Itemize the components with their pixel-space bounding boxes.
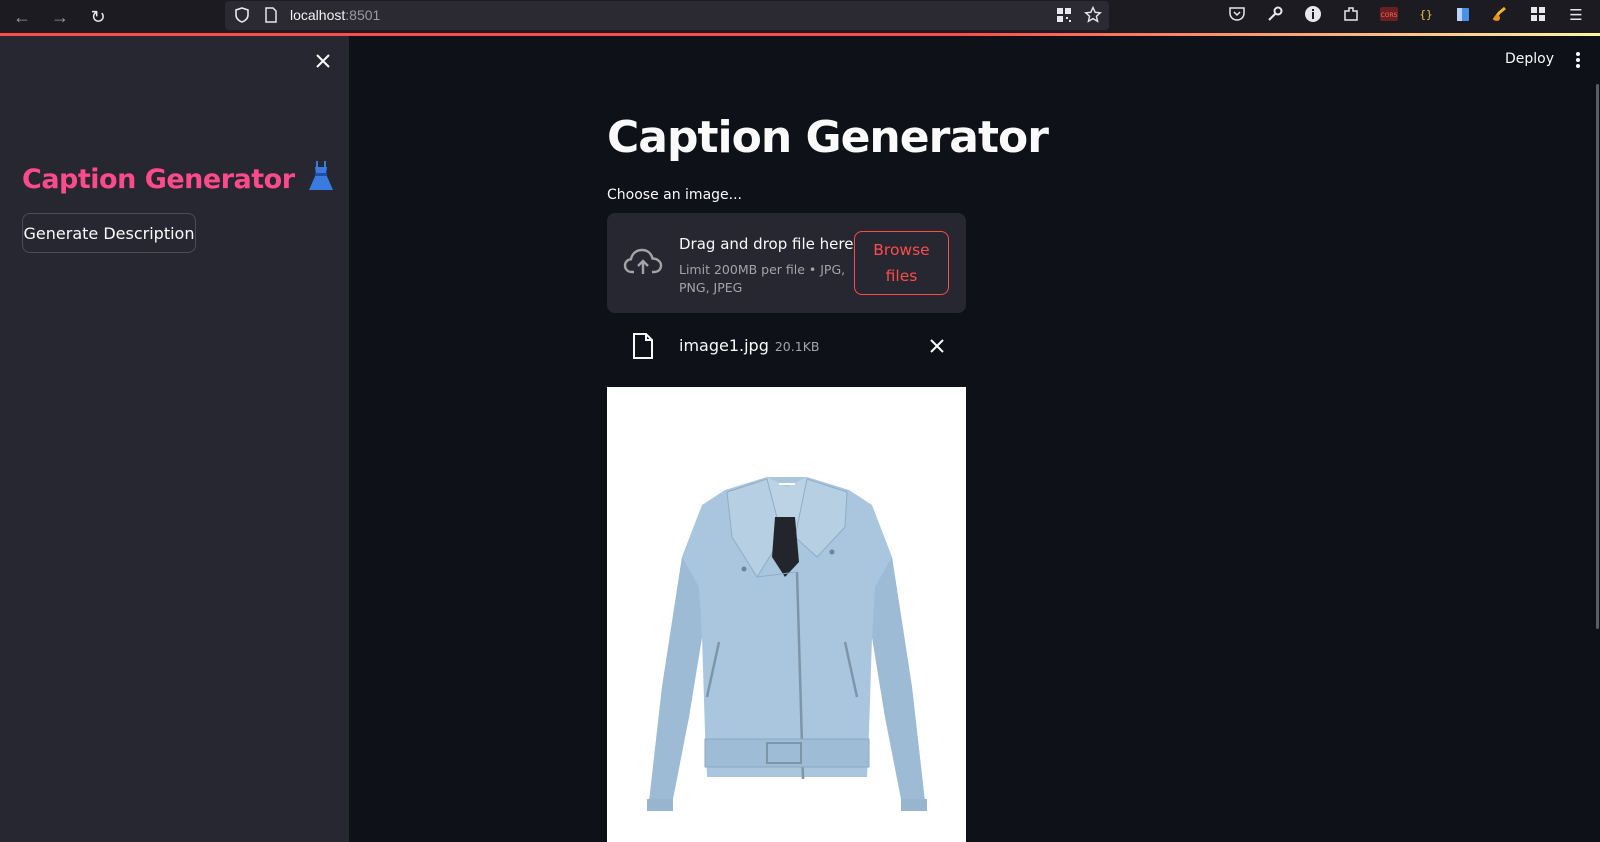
apps-grid-icon[interactable] <box>1527 5 1549 27</box>
page-scrollbar[interactable] <box>1596 84 1599 629</box>
uploaded-file-name: image1.jpg 20.1KB <box>679 336 819 355</box>
reload-icon[interactable]: ↻ <box>86 5 110 29</box>
qr-code-icon[interactable] <box>1055 6 1073 24</box>
sidebar-title-text: Caption Generator <box>22 164 295 195</box>
url-host: localhost <box>290 7 346 23</box>
dropzone-title: Drag and drop file here <box>679 235 854 253</box>
generate-description-button[interactable]: Generate Description <box>22 213 196 253</box>
cors-extension-icon[interactable]: CORS <box>1378 5 1400 27</box>
uploaded-image-preview <box>607 387 966 842</box>
dress-icon <box>307 160 335 199</box>
file-dropzone[interactable]: Drag and drop file here Limit 200MB per … <box>607 213 966 313</box>
browse-files-button[interactable]: Browse files <box>854 231 949 295</box>
url-port: :8501 <box>345 7 381 23</box>
file-name-text: image1.jpg <box>679 336 769 355</box>
browse-label-line2: files <box>885 267 918 285</box>
uploaded-file-row: image1.jpg 20.1KB <box>607 326 966 366</box>
json-extension-icon[interactable]: {} <box>1415 5 1437 27</box>
wrench-icon[interactable] <box>1264 5 1286 27</box>
file-icon <box>633 333 653 359</box>
hamburger-menu-icon[interactable]: ☰ <box>1565 5 1587 27</box>
svg-text:CORS: CORS <box>1381 12 1398 19</box>
shield-icon[interactable] <box>233 6 251 24</box>
page-title: Caption Generator <box>607 112 1049 163</box>
url-text: localhost:8501 <box>290 7 380 23</box>
svg-text:{}: {} <box>1419 8 1432 21</box>
bookmark-star-icon[interactable] <box>1084 6 1102 24</box>
back-icon[interactable]: ← <box>10 5 34 29</box>
dropzone-limit-text: Limit 200MB per file • JPG, PNG, JPEG <box>679 262 846 295</box>
cleaner-extension-icon[interactable] <box>1489 5 1511 27</box>
pocket-icon[interactable] <box>1226 5 1248 27</box>
remove-file-icon[interactable] <box>929 338 945 354</box>
sidebar: Caption Generator Generate Description <box>0 36 349 842</box>
forward-icon[interactable]: → <box>48 5 72 29</box>
browse-label-line1: Browse <box>873 241 930 259</box>
extensions-icon[interactable] <box>1340 5 1362 27</box>
address-bar[interactable]: localhost:8501 <box>225 1 1109 30</box>
info-extension-icon[interactable] <box>1302 5 1324 27</box>
cloud-upload-icon <box>623 248 663 274</box>
more-options-icon[interactable] <box>1572 50 1584 70</box>
sidebar-title: Caption Generator <box>22 160 335 199</box>
file-size: 20.1KB <box>774 339 820 354</box>
browser-toolbar: ← → ↻ localhost:8501 CORS {} ☰ <box>0 0 1600 33</box>
jacket-image <box>647 477 927 811</box>
tabs-extension-icon[interactable] <box>1452 5 1474 27</box>
page-icon <box>265 7 277 23</box>
deploy-button[interactable]: Deploy <box>1505 51 1554 67</box>
close-sidebar-icon[interactable] <box>311 49 335 73</box>
uploader-label: Choose an image... <box>607 187 742 203</box>
